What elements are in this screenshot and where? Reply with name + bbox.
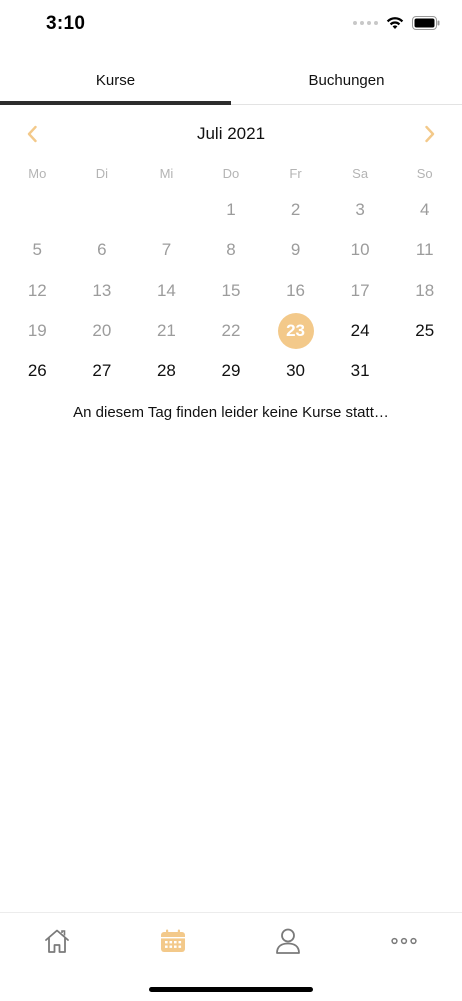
empty-day-cell: [134, 190, 199, 230]
calendar-day[interactable]: 6: [70, 230, 135, 270]
calendar-header: Juli 2021: [0, 118, 462, 150]
calendar-day[interactable]: 18: [392, 271, 457, 311]
wifi-icon: [386, 17, 404, 29]
calendar-day-number: 7: [161, 240, 172, 260]
weekday-label: Do: [222, 166, 240, 181]
calendar-day-number: 10: [350, 240, 370, 260]
calendar-day-number: 29: [221, 361, 241, 381]
calendar-day-number: 6: [97, 240, 107, 260]
calendar-day[interactable]: 15: [199, 271, 264, 311]
empty-day-cell: [70, 190, 135, 230]
bottom-tab-bar: [0, 912, 462, 1001]
weekday-label: Fr: [289, 166, 302, 181]
calendar-day[interactable]: 7: [134, 230, 199, 270]
calendar-day[interactable]: 26: [5, 351, 70, 391]
calendar-day[interactable]: 11: [392, 230, 457, 270]
calendar-day-number: 23: [277, 313, 314, 350]
calendar-day-number: 11: [415, 240, 434, 260]
calendar-days-grid: 1 2 3 4 5 6 7 8 9 10 11 12 13 14 15 16 17 18 19 20 21 22 23 24 2…: [5, 190, 457, 391]
calendar-day-number: 5: [32, 240, 43, 260]
calendar-day-number: 12: [27, 280, 47, 300]
calendar-day[interactable]: 19: [5, 311, 70, 351]
calendar-day-number: 16: [286, 280, 306, 300]
weekday-label: Mi: [159, 166, 174, 181]
calendar-day-number: 14: [156, 280, 176, 300]
weekday-label: Sa: [352, 166, 369, 181]
calendar-day[interactable]: 24: [328, 311, 393, 351]
calendar-day-number: 24: [350, 321, 370, 341]
tabbar-more-button[interactable]: [384, 923, 424, 959]
calendar-day-number: 28: [156, 361, 176, 381]
calendar-day-number: 31: [350, 361, 370, 381]
empty-day-cell: [5, 190, 70, 230]
tabbar-home-button[interactable]: [37, 923, 77, 959]
calendar-day-number: 21: [156, 321, 176, 341]
next-month-button[interactable]: [418, 122, 442, 146]
active-tab-indicator: [0, 101, 231, 105]
calendar-day[interactable]: 9: [263, 230, 328, 270]
calendar-day-number: 4: [419, 200, 430, 220]
weekday-label: Mo: [28, 166, 47, 181]
calendar-day-selected[interactable]: 23: [263, 311, 328, 351]
home-icon: [45, 929, 69, 953]
calendar-day[interactable]: 21: [134, 311, 199, 351]
calendar-day[interactable]: 16: [263, 271, 328, 311]
battery-icon: [412, 16, 440, 30]
status-icons: [353, 16, 440, 30]
chevron-right-icon: [425, 125, 435, 143]
more-icon: [391, 937, 417, 945]
calendar-day-number: 17: [350, 280, 370, 300]
weekday-label: Di: [95, 166, 108, 181]
weekday-header-row: Mo Di Mi Do Fr Sa So: [5, 164, 457, 184]
calendar-day-number: 13: [92, 280, 112, 300]
calendar-day[interactable]: 30: [263, 351, 328, 391]
calendar-day[interactable]: 31: [328, 351, 393, 391]
calendar-day[interactable]: 10: [328, 230, 393, 270]
calendar-day-number: 26: [27, 361, 47, 381]
calendar-day-number: 9: [290, 240, 301, 260]
tab-kurse[interactable]: Kurse: [0, 58, 231, 103]
home-indicator: [149, 987, 313, 992]
calendar-day[interactable]: 3: [328, 190, 393, 230]
calendar-day-number: 22: [221, 321, 241, 341]
calendar-day[interactable]: 14: [134, 271, 199, 311]
calendar-day[interactable]: 29: [199, 351, 264, 391]
calendar-day[interactable]: 8: [199, 230, 264, 270]
calendar-icon: [161, 929, 185, 952]
calendar-day-number: 25: [415, 321, 435, 341]
calendar-day[interactable]: 22: [199, 311, 264, 351]
calendar-day[interactable]: 28: [134, 351, 199, 391]
calendar-day[interactable]: 2: [263, 190, 328, 230]
calendar-day-number: 19: [27, 321, 47, 341]
calendar-day[interactable]: 25: [392, 311, 457, 351]
calendar-day-number: 1: [226, 200, 236, 220]
cellular-signal-icon: [353, 21, 378, 25]
weekday-label: So: [416, 166, 433, 181]
calendar-day-number: 18: [415, 280, 435, 300]
calendar-day[interactable]: 4: [392, 190, 457, 230]
calendar-day[interactable]: 1: [199, 190, 264, 230]
calendar-day-number: 8: [226, 240, 236, 260]
tab-buchungen[interactable]: Buchungen: [231, 58, 462, 103]
calendar-day-number: 2: [290, 200, 301, 220]
calendar-day-number: 3: [355, 200, 365, 220]
calendar-day-number: 27: [92, 361, 112, 381]
calendar-day[interactable]: 27: [70, 351, 135, 391]
status-bar: 3:10: [0, 0, 462, 50]
calendar-day[interactable]: 20: [70, 311, 135, 351]
month-title: Juli 2021: [196, 124, 266, 143]
tabbar-calendar-button[interactable]: [153, 923, 193, 959]
no-courses-message: An diesem Tag finden leider keine Kurse …: [73, 404, 389, 421]
calendar-day-number: 15: [221, 280, 241, 300]
calendar-day[interactable]: 17: [328, 271, 393, 311]
person-icon: [276, 928, 300, 954]
calendar-day-number: 30: [286, 361, 306, 381]
tabbar-profile-button[interactable]: [268, 923, 308, 959]
calendar-day[interactable]: 12: [5, 271, 70, 311]
calendar-day-number: 20: [92, 321, 112, 341]
status-time: 3:10: [46, 13, 86, 34]
calendar-day[interactable]: 5: [5, 230, 70, 270]
calendar-day[interactable]: 13: [70, 271, 135, 311]
segment-tabs: Kurse Buchungen: [0, 58, 462, 105]
